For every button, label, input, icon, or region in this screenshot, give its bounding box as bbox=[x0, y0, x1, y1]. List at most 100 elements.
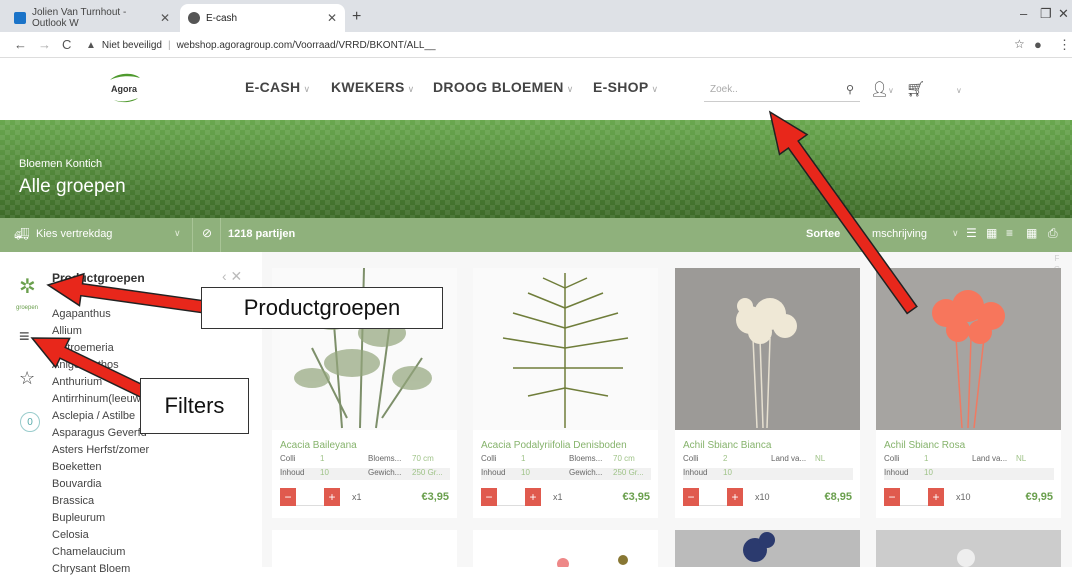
product-card[interactable] bbox=[675, 530, 860, 567]
product-name[interactable]: Acacia Baileyana bbox=[280, 440, 357, 451]
list-item[interactable]: Bupleurum bbox=[52, 512, 105, 524]
menu-droog-bloemen[interactable]: DROOG BLOEMEN ∨ bbox=[433, 79, 574, 95]
tile-view-icon[interactable]: ▦ bbox=[1026, 226, 1037, 240]
product-name[interactable]: Achil Sbianc Rosa bbox=[884, 440, 965, 451]
tab-ecash[interactable]: E-cash ✕ bbox=[180, 4, 345, 32]
eye-off-icon[interactable]: ⊘ bbox=[202, 226, 212, 240]
collapse-icon[interactable]: ‹ ✕ bbox=[222, 268, 242, 285]
reload-icon[interactable]: C bbox=[62, 37, 71, 52]
cart-icon[interactable]: 🛒︎ bbox=[906, 80, 925, 98]
quantity-input[interactable] bbox=[900, 488, 928, 506]
product-photo bbox=[743, 532, 775, 562]
product-name[interactable]: Achil Sbianc Bianca bbox=[683, 440, 771, 451]
logo-text: Agora bbox=[111, 84, 138, 94]
menu-ecash[interactable]: E-CASH ∨ bbox=[245, 79, 310, 95]
tab-outlook[interactable]: Jolien Van Turnhout - Outlook W ✕ bbox=[6, 4, 178, 32]
menu-kwekers[interactable]: KWEKERS ∨ bbox=[331, 79, 415, 95]
product-card[interactable]: Acacia Podalyriifolia Denisboden Colli 1 B… bbox=[473, 268, 658, 518]
list-item[interactable]: Anigozanthos bbox=[52, 359, 119, 371]
favorites-star-icon[interactable]: ☆ bbox=[19, 368, 35, 389]
filter-icon[interactable]: ≡ bbox=[19, 326, 30, 347]
close-window-icon[interactable]: ✕ bbox=[1058, 6, 1069, 22]
list-item[interactable]: Bouvardia bbox=[52, 478, 102, 490]
list-item[interactable]: Asters Herfst/zomer bbox=[52, 444, 149, 456]
increase-button[interactable]: + bbox=[928, 488, 944, 506]
print-icon[interactable]: ⎙ bbox=[1048, 226, 1058, 241]
quantity-input[interactable] bbox=[497, 488, 525, 506]
list-item[interactable]: Boeketten bbox=[52, 461, 102, 473]
product-row-2: Inhoud 10 bbox=[884, 468, 1054, 480]
groups-gear-icon[interactable]: ✲ bbox=[19, 274, 36, 299]
product-card[interactable] bbox=[876, 530, 1061, 567]
pack-size: x10 bbox=[755, 492, 770, 502]
chevron-down-icon[interactable]: ∨ bbox=[956, 86, 962, 95]
compact-list-icon[interactable]: ≡ bbox=[1006, 226, 1013, 240]
grid-view-icon[interactable]: ▦ bbox=[986, 226, 997, 240]
decrease-button[interactable]: − bbox=[884, 488, 900, 506]
page-title: Alle groepen bbox=[19, 176, 126, 197]
decrease-button[interactable]: − bbox=[280, 488, 296, 506]
decrease-button[interactable]: − bbox=[481, 488, 497, 506]
list-item[interactable]: Alstroemeria bbox=[52, 342, 114, 354]
menu-eshop[interactable]: E-SHOP ∨ bbox=[593, 79, 658, 95]
alphabet-letter[interactable]: F bbox=[1048, 254, 1066, 265]
pack-size: x1 bbox=[553, 492, 563, 502]
chevron-down-icon: ∨ bbox=[407, 84, 415, 94]
close-tab-icon[interactable]: ✕ bbox=[160, 11, 170, 25]
departure-select[interactable]: Kies vertrekdag bbox=[36, 228, 112, 240]
increase-button[interactable]: + bbox=[525, 488, 541, 506]
product-card[interactable]: Achil Sbianc Rosa Colli 1 Land va... NL Inh… bbox=[876, 268, 1061, 518]
price: €8,95 bbox=[824, 491, 852, 503]
list-item[interactable]: Brassica bbox=[52, 495, 94, 507]
menu-dots-icon[interactable]: ⋮ bbox=[1058, 37, 1071, 53]
product-card[interactable] bbox=[272, 530, 457, 567]
url-warning: Niet beveiligd bbox=[101, 39, 162, 51]
list-item[interactable]: Asclepia / Astilbe bbox=[52, 410, 135, 422]
increase-button[interactable]: + bbox=[727, 488, 743, 506]
chevron-down-icon[interactable]: ∨ bbox=[888, 86, 894, 95]
search-input[interactable]: Zoek.. ⚲ bbox=[704, 78, 860, 102]
product-card[interactable]: Achil Sbianc Bianca Colli 2 Land va... NL I… bbox=[675, 268, 860, 518]
chevron-down-icon[interactable]: ∨ bbox=[952, 228, 959, 239]
list-item[interactable]: Chrysant Bloem bbox=[52, 563, 130, 575]
sort-select[interactable]: mschrijving bbox=[872, 228, 927, 240]
url-field[interactable]: ▲ Niet beveiligd | webshop.agoragroup.co… bbox=[86, 35, 996, 55]
count-badge[interactable]: 0 bbox=[20, 412, 40, 432]
list-item[interactable]: Anthurium bbox=[52, 376, 102, 388]
search-icon[interactable]: ⚲ bbox=[846, 83, 854, 96]
forward-icon[interactable]: → bbox=[38, 37, 51, 52]
quantity-input[interactable] bbox=[296, 488, 324, 506]
price: €9,95 bbox=[1025, 491, 1053, 503]
address-bar: ← → C ▲ Niet beveiligd | webshop.agoragr… bbox=[0, 32, 1072, 58]
minimize-icon[interactable]: – bbox=[1020, 6, 1027, 21]
chevron-down-icon: ∨ bbox=[651, 84, 659, 94]
new-tab-button[interactable]: + bbox=[352, 8, 361, 26]
pack-size: x10 bbox=[956, 492, 971, 502]
star-icon[interactable]: ☆ bbox=[1014, 37, 1025, 51]
chevron-down-icon[interactable]: ∨ bbox=[174, 228, 181, 239]
product-name[interactable]: Acacia Podalyriifolia Denisboden bbox=[481, 440, 627, 451]
quantity-input[interactable] bbox=[699, 488, 727, 506]
product-card[interactable] bbox=[473, 530, 658, 567]
price: €3,95 bbox=[622, 491, 650, 503]
decrease-button[interactable]: − bbox=[683, 488, 699, 506]
filter-toolbar: 🚚︎ Kies vertrekdag ∨ ⊘ 1218 partijen Sor… bbox=[0, 218, 1072, 252]
profile-icon[interactable]: ● bbox=[1034, 37, 1042, 52]
list-item[interactable]: Celosia bbox=[52, 529, 89, 541]
list-item[interactable]: Allium bbox=[52, 325, 82, 337]
url-text: webshop.agoragroup.com/Voorraad/VRRD/BKO… bbox=[176, 39, 436, 51]
tab-label: E-cash bbox=[206, 12, 238, 24]
increase-button[interactable]: + bbox=[324, 488, 340, 506]
chevron-down-icon: ∨ bbox=[566, 84, 574, 94]
user-icon[interactable]: 👤︎ bbox=[870, 80, 889, 98]
list-item[interactable]: Agapanthus bbox=[52, 308, 111, 320]
restore-icon[interactable]: ❐ bbox=[1040, 6, 1052, 22]
back-icon[interactable]: ← bbox=[14, 37, 27, 52]
product-row-2: Inhoud 10 Gewich... 250 Gr... bbox=[481, 468, 651, 480]
list-item[interactable]: Asparagus Geverfd bbox=[52, 427, 147, 439]
list-view-icon[interactable]: ☰ bbox=[966, 226, 977, 240]
search-placeholder: Zoek.. bbox=[710, 84, 738, 95]
groups-label: groepen bbox=[16, 305, 39, 311]
close-tab-icon[interactable]: ✕ bbox=[327, 11, 337, 25]
list-item[interactable]: Chamelaucium bbox=[52, 546, 125, 558]
